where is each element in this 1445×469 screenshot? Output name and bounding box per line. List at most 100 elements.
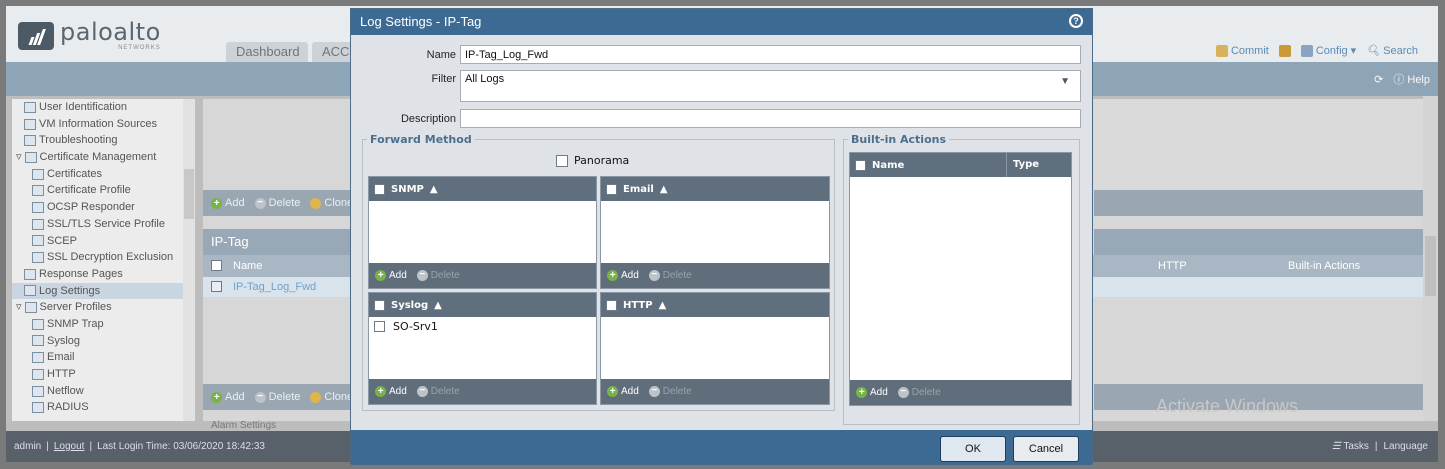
logout-link[interactable]: Logout xyxy=(54,441,85,452)
tree-item[interactable]: RADIUS xyxy=(12,399,183,416)
syslog-delete-button[interactable]: − Delete xyxy=(416,386,460,397)
email-grid: Email ▲ + Add − Delete xyxy=(600,176,830,289)
snmp-delete-button[interactable]: − Delete xyxy=(416,270,460,281)
column-http[interactable]: HTTP xyxy=(1158,260,1187,272)
commit-button[interactable]: Commit xyxy=(1215,44,1269,57)
builtin-type-column[interactable]: Type xyxy=(1006,153,1039,177)
syslog-select-all[interactable] xyxy=(374,299,385,311)
snmp-select-all[interactable] xyxy=(374,183,385,195)
select-all-checkbox[interactable] xyxy=(211,260,222,271)
tree-node-icon xyxy=(32,168,44,180)
tree-item[interactable]: SCEP xyxy=(12,233,183,250)
email-add-button[interactable]: + Add xyxy=(607,270,639,281)
main-delete-button[interactable]: − Delete xyxy=(254,197,300,209)
tree-item[interactable]: User Identification xyxy=(12,99,183,116)
expand-icon[interactable]: ▿ xyxy=(16,299,22,316)
tree-node-icon xyxy=(32,335,44,347)
language-link[interactable]: Language xyxy=(1384,441,1429,452)
syslog-row[interactable]: SO-Srv1 xyxy=(369,317,596,335)
lock-button[interactable] xyxy=(1278,44,1291,57)
tree-scrollbar[interactable] xyxy=(183,99,195,421)
tree-item[interactable]: Certificate Profile xyxy=(12,182,183,199)
row-checkbox[interactable] xyxy=(211,281,222,292)
tree-item[interactable]: SSL Decryption Exclusion xyxy=(12,249,183,266)
tasks-icon: ☰ xyxy=(1331,441,1341,452)
row-name-link[interactable]: IP-Tag_Log_Fwd xyxy=(233,281,316,293)
alarm-settings-label: Alarm Settings xyxy=(211,420,277,431)
http-grid: HTTP ▲ + Add − Delete xyxy=(600,292,830,405)
main-clone-button[interactable]: Clone xyxy=(310,197,353,209)
builtin-add-button[interactable]: + Add xyxy=(856,387,888,398)
refresh-icon[interactable]: ⟳ xyxy=(1374,73,1383,86)
email-delete-button[interactable]: − Delete xyxy=(648,270,692,281)
activate-windows-watermark: Activate Windows xyxy=(1156,396,1299,416)
email-column[interactable]: Email xyxy=(623,184,654,195)
column-name[interactable]: Name xyxy=(233,260,262,272)
tree-node-icon xyxy=(24,302,37,314)
main-clone-button-2[interactable]: Clone xyxy=(310,391,353,403)
column-builtin-actions[interactable]: Built-in Actions xyxy=(1288,260,1360,272)
tree-item-label: Certificates xyxy=(47,167,103,180)
http-add-button[interactable]: + Add xyxy=(607,386,639,397)
help-icon[interactable]: ? xyxy=(1069,14,1083,28)
tree-item[interactable]: ▿ Certificate Management xyxy=(12,149,183,166)
search-button[interactable]: 🔍︎ Search xyxy=(1366,44,1418,58)
main-add-button[interactable]: + Add xyxy=(211,197,245,209)
email-select-all[interactable] xyxy=(606,183,617,195)
name-input[interactable] xyxy=(460,45,1081,64)
http-select-all[interactable] xyxy=(606,299,617,311)
config-button[interactable]: Config ▾ xyxy=(1300,44,1356,57)
main-delete-button-2[interactable]: − Delete xyxy=(254,391,300,403)
builtin-delete-button[interactable]: − Delete xyxy=(897,387,941,398)
snmp-add-button[interactable]: + Add xyxy=(375,270,407,281)
panorama-checkbox[interactable] xyxy=(556,154,568,167)
tree-item[interactable]: HTTP xyxy=(12,366,183,383)
tree-item[interactable]: Response Pages xyxy=(12,266,183,283)
builtin-name-column[interactable]: Name xyxy=(872,160,904,171)
expand-icon[interactable]: ▿ xyxy=(16,149,22,166)
tree-item-label: Response Pages xyxy=(39,267,123,280)
last-login-time: Last Login Time: 03/06/2020 18:42:33 xyxy=(97,441,265,452)
syslog-column[interactable]: Syslog xyxy=(391,300,428,311)
tree-item[interactable]: Certificates xyxy=(12,166,183,183)
filter-select[interactable]: All Logs ▼ xyxy=(460,70,1081,102)
commit-icon xyxy=(1215,44,1228,57)
tasks-button[interactable]: ☰ Tasks xyxy=(1332,441,1369,452)
help-button[interactable]: ⓘ Help xyxy=(1393,71,1430,87)
forward-method-group: Forward Method Panorama SNMP ▲ + Add − Dele… xyxy=(362,133,835,411)
main-add-button-2[interactable]: + Add xyxy=(211,391,245,403)
tree-item[interactable]: OCSP Responder xyxy=(12,199,183,216)
builtin-select-all[interactable] xyxy=(855,159,866,171)
tree-item[interactable]: SSL/TLS Service Profile xyxy=(12,216,183,233)
tree-item[interactable]: Log Settings xyxy=(12,282,183,300)
tree-node-icon xyxy=(32,201,44,213)
dialog-title: Log Settings - IP-Tag xyxy=(360,14,482,29)
syslog-add-button[interactable]: + Add xyxy=(375,386,407,397)
tree-node-icon xyxy=(24,118,36,130)
tree-item-label: Certificate Profile xyxy=(47,184,131,197)
lock-icon xyxy=(1278,44,1291,57)
tree-item[interactable]: ▿ Server Profiles xyxy=(12,299,183,316)
syslog-row-checkbox[interactable] xyxy=(374,320,385,332)
tree-item[interactable]: Netflow xyxy=(12,383,183,400)
http-delete-button[interactable]: − Delete xyxy=(648,386,692,397)
tree-node-icon xyxy=(32,218,44,230)
main-scrollbar[interactable] xyxy=(1423,96,1438,421)
panorama-option[interactable]: Panorama xyxy=(556,154,629,167)
tree-item[interactable]: Syslog xyxy=(12,333,183,350)
tree-item[interactable]: SNMP Trap xyxy=(12,316,183,333)
description-label: Description xyxy=(400,113,456,125)
snmp-column[interactable]: SNMP xyxy=(391,184,424,195)
snmp-grid: SNMP ▲ + Add − Delete xyxy=(368,176,597,289)
tree-node-icon xyxy=(32,352,44,364)
description-input[interactable] xyxy=(460,109,1081,128)
http-column[interactable]: HTTP xyxy=(623,300,653,311)
tree-item[interactable]: VM Information Sources xyxy=(12,116,183,133)
tree-node-icon xyxy=(32,252,44,264)
tree-node-icon xyxy=(24,268,36,280)
ok-button[interactable]: OK xyxy=(940,436,1006,462)
tree-item[interactable]: Troubleshooting xyxy=(12,132,183,149)
tab-dashboard[interactable]: Dashboard xyxy=(226,42,308,62)
tree-item[interactable]: Email xyxy=(12,349,183,366)
cancel-button[interactable]: Cancel xyxy=(1013,436,1079,462)
